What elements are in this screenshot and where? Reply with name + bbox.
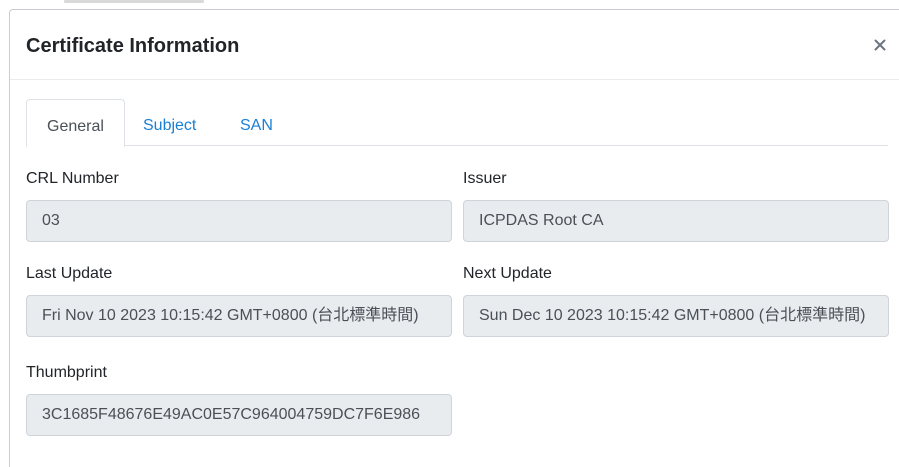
backdrop	[0, 0, 899, 9]
tab-san[interactable]: SAN	[240, 99, 273, 146]
modal-title: Certificate Information	[26, 35, 240, 57]
tab-bar: General Subject SAN	[26, 99, 888, 147]
certificate-modal: Certificate Information General Subject …	[9, 9, 899, 467]
backdrop-text-fragment	[64, 0, 204, 3]
issuer-label: Issuer	[463, 170, 507, 187]
close-button[interactable]	[868, 32, 892, 58]
tab-subject[interactable]: Subject	[143, 99, 196, 146]
next-update-field[interactable]: Sun Dec 10 2023 10:15:42 GMT+0800 (台北標準時…	[463, 295, 889, 337]
next-update-label: Next Update	[463, 265, 552, 282]
page: Certificate Information General Subject …	[0, 0, 899, 467]
tab-general[interactable]: General	[26, 99, 125, 147]
close-icon	[874, 39, 886, 51]
modal-header: Certificate Information	[10, 10, 899, 80]
crl-number-field[interactable]: 03	[26, 200, 452, 242]
crl-number-label: CRL Number	[26, 170, 119, 187]
thumbprint-field[interactable]: 3C1685F48676E49AC0E57C964004759DC7F6E986	[26, 394, 452, 436]
thumbprint-label: Thumbprint	[26, 364, 107, 381]
issuer-field[interactable]: ICPDAS Root CA	[463, 200, 889, 242]
last-update-label: Last Update	[26, 265, 113, 282]
last-update-field[interactable]: Fri Nov 10 2023 10:15:42 GMT+0800 (台北標準時…	[26, 295, 452, 337]
